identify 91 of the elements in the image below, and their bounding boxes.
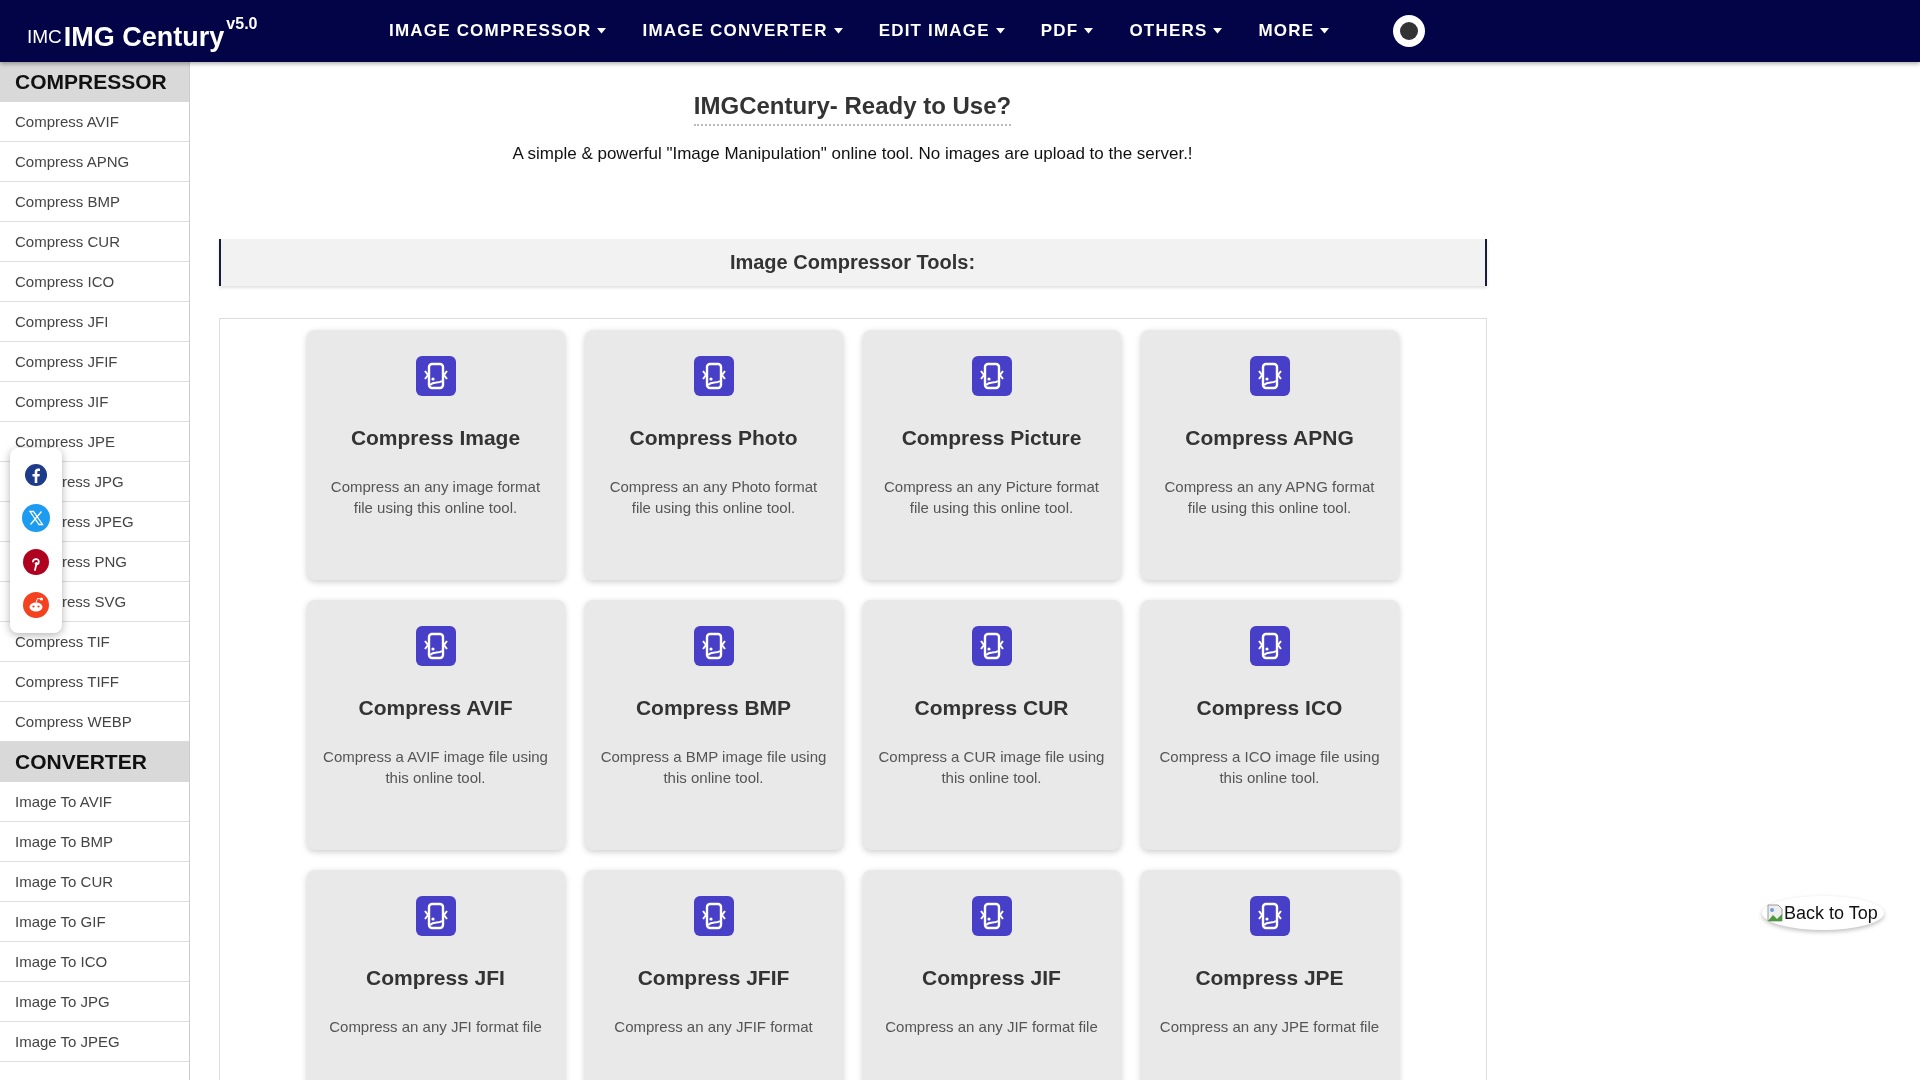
tool-card[interactable]: Compress JIF Compress an any JIF format file — [862, 870, 1121, 1080]
compress-image-icon — [693, 626, 734, 666]
tool-card[interactable]: Compress Picture Compress an any Picture format file using this online tool. — [862, 330, 1121, 580]
section-title: Image Compressor Tools: — [729, 251, 976, 274]
compress-image-icon — [971, 896, 1012, 936]
page-title: IMGCentury- Ready to Use? — [693, 92, 1012, 126]
compress-image-icon — [1249, 356, 1290, 396]
card-title: Compress ICO — [1196, 696, 1343, 720]
back-to-top-button[interactable]: Back to Top — [1762, 896, 1884, 930]
sidebar-link[interactable]: Compress JFI — [0, 302, 189, 342]
sidebar-link[interactable]: Compress JIF — [0, 382, 189, 422]
card-title: Compress BMP — [635, 696, 792, 720]
sidebar-link[interactable]: Compress JFIF — [0, 342, 189, 382]
sidebar-link[interactable]: Image To JPG — [0, 982, 189, 1022]
broken-image-icon — [1767, 904, 1783, 922]
card-title: Compress JIF — [922, 966, 1061, 990]
x-logo-icon[interactable] — [22, 503, 50, 532]
card-title: Compress JFIF — [637, 966, 790, 990]
compress-image-icon — [693, 896, 734, 936]
brand-name[interactable]: IMG Century — [63, 22, 225, 53]
nav-menu-item[interactable]: EDIT IMAGE — [878, 21, 1005, 41]
compress-image-icon — [415, 626, 456, 666]
nav-menu-item[interactable]: MORE — [1258, 21, 1330, 41]
facebook-icon[interactable] — [24, 462, 48, 487]
card-title: Compress Picture — [901, 426, 1082, 450]
card-description: Compress a CUR image file using this online tool. — [877, 747, 1106, 788]
tool-card[interactable]: Compress JPE Compress an any JPE format file — [1140, 870, 1399, 1080]
sidebar-link[interactable]: Image To BMP — [0, 822, 189, 862]
logo-alt-text[interactable]: IMC — [27, 27, 62, 46]
caret-icon — [1084, 28, 1094, 34]
nav-menu-item[interactable]: IMAGE CONVERTER — [642, 21, 843, 41]
compress-image-icon — [415, 356, 456, 396]
tool-card[interactable]: Compress CUR Compress a CUR image file using this online tool. — [862, 600, 1121, 850]
card-description: Compress an any APNG format file using this online tool. — [1163, 477, 1376, 518]
compress-image-icon — [1249, 626, 1290, 666]
sidebar-link[interactable]: Image To CUR — [0, 862, 189, 902]
compress-image-icon — [1249, 896, 1290, 936]
sidebar-heading: CONVERTER — [0, 742, 189, 782]
nav-menu-item[interactable]: IMAGE COMPRESSOR — [389, 21, 607, 41]
sidebar-heading: COMPRESSOR — [0, 62, 189, 102]
compress-image-icon — [971, 626, 1012, 666]
sidebar-link[interactable]: Compress BMP — [0, 182, 189, 222]
tool-card[interactable]: Compress ICO Compress a ICO image file using this online tool. — [1140, 600, 1399, 850]
theme-toggle-icon[interactable] — [1393, 15, 1426, 47]
card-title: Compress JPE — [1195, 966, 1344, 990]
tool-card[interactable]: Compress JFI Compress an any JFI format file — [306, 870, 565, 1080]
reddit-icon[interactable] — [23, 592, 49, 619]
card-description: Compress a AVIF image file using this online tool. — [322, 747, 549, 788]
tool-card[interactable]: Compress BMP Compress a BMP image file using this online tool. — [584, 600, 843, 850]
card-description: Compress an any Picture format file using this online tool. — [882, 477, 1101, 518]
card-description: Compress a BMP image file using this online tool. — [599, 747, 828, 788]
tool-card[interactable]: Compress Image Compress an any image format file using this online tool. — [306, 330, 565, 580]
sidebar-link[interactable]: Compress APNG — [0, 142, 189, 182]
card-title: Compress Image — [350, 426, 521, 450]
card-description: Compress an any JFI format file — [328, 1017, 543, 1037]
nav-menu-item[interactable]: PDF — [1040, 21, 1094, 41]
caret-icon — [833, 28, 843, 34]
sidebar-link[interactable]: Compress AVIF — [0, 102, 189, 142]
card-title: Compress JFI — [366, 966, 505, 990]
card-description: Compress a ICO image file using this online tool. — [1158, 747, 1381, 788]
caret-icon — [597, 28, 607, 34]
card-title: Compress APNG — [1185, 426, 1354, 450]
card-description: Compress an any Photo format file using this online tool. — [608, 477, 819, 518]
page-subtitle: A simple & powerful "Image Manipulation" online tool. No images are upload to the server.! — [512, 144, 1193, 164]
pinterest-icon[interactable] — [23, 549, 49, 576]
caret-icon — [1320, 28, 1330, 34]
tool-card[interactable]: Compress JFIF Compress an any JFIF format — [584, 870, 843, 1080]
sidebar-link[interactable]: Image To GIF — [0, 902, 189, 942]
card-title: Compress AVIF — [358, 696, 513, 720]
card-title: Compress CUR — [914, 696, 1069, 720]
nav-menu-item[interactable]: OTHERS — [1129, 21, 1223, 41]
sidebar-link[interactable]: Image To ICO — [0, 942, 189, 982]
sidebar-link[interactable]: Image To AVIF — [0, 782, 189, 822]
card-description: Compress an any JPE format file — [1158, 1017, 1381, 1037]
card-description: Compress an any JFIF format — [613, 1017, 814, 1037]
compress-image-icon — [693, 356, 734, 396]
compress-image-icon — [415, 896, 456, 936]
card-description: Compress an any JIF format file — [884, 1017, 1099, 1037]
card-description: Compress an any image format file using this online tool. — [329, 477, 542, 518]
card-title: Compress Photo — [629, 426, 798, 450]
caret-icon — [995, 28, 1005, 34]
sidebar-link[interactable]: Compress TIFF — [0, 662, 189, 702]
tool-card[interactable]: Compress APNG Compress an any APNG format file using this online tool. — [1140, 330, 1399, 580]
version-label: v5.0 — [226, 15, 258, 33]
compress-image-icon — [971, 356, 1012, 396]
sidebar-link[interactable]: Image To JPEG — [0, 1022, 189, 1062]
caret-icon — [1213, 28, 1223, 34]
tool-card[interactable]: Compress Photo Compress an any Photo format file using this online tool. — [584, 330, 843, 580]
tool-card[interactable]: Compress AVIF Compress a AVIF image file using this online tool. — [306, 600, 565, 850]
sidebar-link[interactable]: Compress CUR — [0, 222, 189, 262]
sidebar-link[interactable]: Compress ICO — [0, 262, 189, 302]
